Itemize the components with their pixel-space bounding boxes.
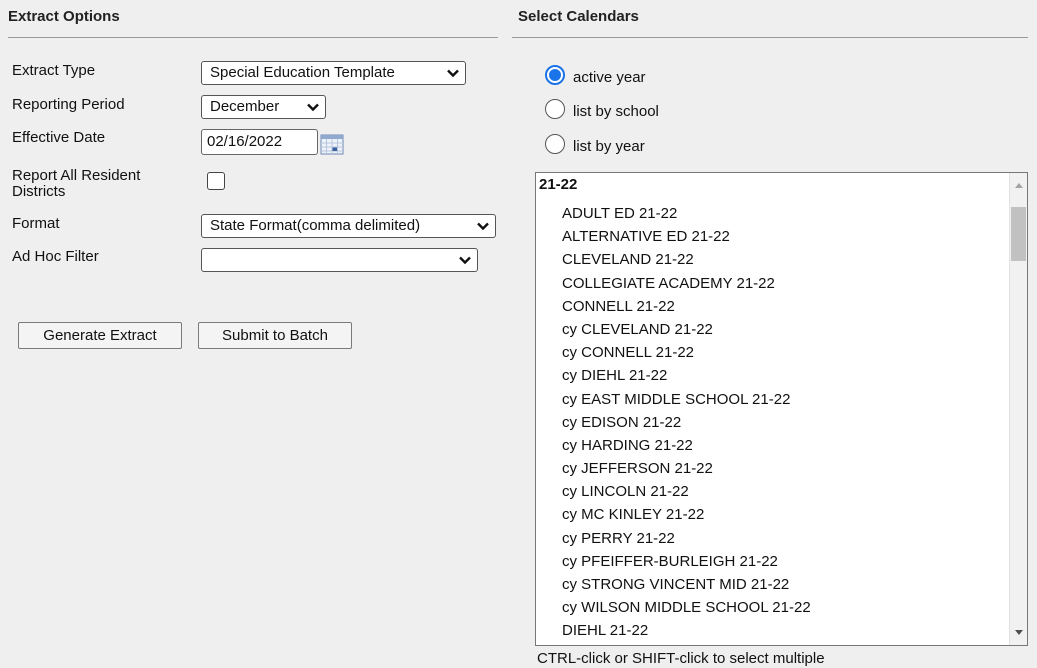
- ad-hoc-filter-select[interactable]: [201, 248, 478, 272]
- list-item[interactable]: cy JEFFERSON 21-22: [562, 457, 811, 480]
- report-all-resident-districts-label: Report All Resident Districts: [12, 168, 140, 200]
- list-item[interactable]: ALTERNATIVE ED 21-22: [562, 225, 811, 248]
- list-item[interactable]: cy WILSON MIDDLE SCHOOL 21-22: [562, 596, 811, 619]
- reporting-period-label: Reporting Period: [12, 96, 125, 113]
- calendar-group-label: 21-22: [539, 176, 578, 193]
- radio-label-active-year: active year: [573, 69, 646, 86]
- chevron-down-icon: [459, 256, 471, 265]
- list-item[interactable]: cy LINCOLN 21-22: [562, 480, 811, 503]
- scroll-thumb[interactable]: [1011, 207, 1026, 261]
- ad-hoc-filter-label: Ad Hoc Filter: [12, 248, 99, 265]
- list-item[interactable]: COLLEGIATE ACADEMY 21-22: [562, 272, 811, 295]
- radio-button[interactable]: [545, 134, 565, 154]
- generate-extract-button[interactable]: Generate Extract: [18, 322, 182, 349]
- chevron-down-icon: [307, 103, 319, 112]
- extract-type-value: Special Education Template: [210, 64, 395, 81]
- list-item[interactable]: ADULT ED 21-22: [562, 202, 811, 225]
- list-item[interactable]: cy DIEHL 21-22: [562, 364, 811, 387]
- format-select[interactable]: State Format(comma delimited): [201, 214, 496, 238]
- effective-date-label: Effective Date: [12, 129, 106, 146]
- extract-type-label: Extract Type: [12, 62, 96, 79]
- calendar-items: ADULT ED 21-22 ALTERNATIVE ED 21-22 CLEV…: [562, 202, 811, 643]
- list-item[interactable]: CLEVELAND 21-22: [562, 248, 811, 271]
- list-item[interactable]: cy HARDING 21-22: [562, 434, 811, 457]
- list-item[interactable]: cy MC KINLEY 21-22: [562, 503, 811, 526]
- reporting-period-value: December: [210, 98, 280, 115]
- radio-button[interactable]: [545, 99, 565, 119]
- radio-label-list-by-school: list by school: [573, 103, 659, 120]
- list-item[interactable]: cy PERRY 21-22: [562, 527, 811, 550]
- list-item[interactable]: cy STRONG VINCENT MID 21-22: [562, 573, 811, 596]
- extract-options-header: Extract Options: [8, 8, 498, 38]
- calendar-listbox[interactable]: 21-22 ADULT ED 21-22 ALTERNATIVE ED 21-2…: [535, 172, 1028, 646]
- scroll-down-arrow-icon[interactable]: [1014, 629, 1024, 637]
- list-item[interactable]: cy PFEIFFER-BURLEIGH 21-22: [562, 550, 811, 573]
- calendar-icon[interactable]: [320, 133, 344, 155]
- multi-select-hint: CTRL-click or SHIFT-click to select mult…: [537, 650, 825, 667]
- report-all-resident-districts-checkbox[interactable]: [207, 172, 225, 190]
- effective-date-input[interactable]: 02/16/2022: [201, 129, 318, 155]
- report-all-resident-districts-label-line2: Districts: [12, 183, 66, 200]
- list-item[interactable]: cy EAST MIDDLE SCHOOL 21-22: [562, 388, 811, 411]
- list-item[interactable]: CONNELL 21-22: [562, 295, 811, 318]
- reporting-period-select[interactable]: December: [201, 95, 326, 119]
- format-value: State Format(comma delimited): [210, 217, 421, 234]
- select-calendars-header: Select Calendars: [512, 8, 1028, 38]
- listbox-scrollbar[interactable]: [1009, 173, 1027, 645]
- extract-type-select[interactable]: Special Education Template: [201, 61, 466, 85]
- submit-to-batch-button[interactable]: Submit to Batch: [198, 322, 352, 349]
- list-item[interactable]: cy CLEVELAND 21-22: [562, 318, 811, 341]
- radio-label-list-by-year: list by year: [573, 138, 645, 155]
- chevron-down-icon: [447, 69, 459, 78]
- format-label: Format: [12, 215, 60, 232]
- report-all-resident-districts-label-line1: Report All Resident: [12, 167, 141, 184]
- list-item[interactable]: cy CONNELL 21-22: [562, 341, 811, 364]
- chevron-down-icon: [477, 222, 489, 231]
- radio-button[interactable]: [545, 65, 565, 85]
- list-item[interactable]: cy EDISON 21-22: [562, 411, 811, 434]
- list-item[interactable]: DIEHL 21-22: [562, 619, 811, 642]
- scroll-up-arrow-icon[interactable]: [1014, 181, 1024, 189]
